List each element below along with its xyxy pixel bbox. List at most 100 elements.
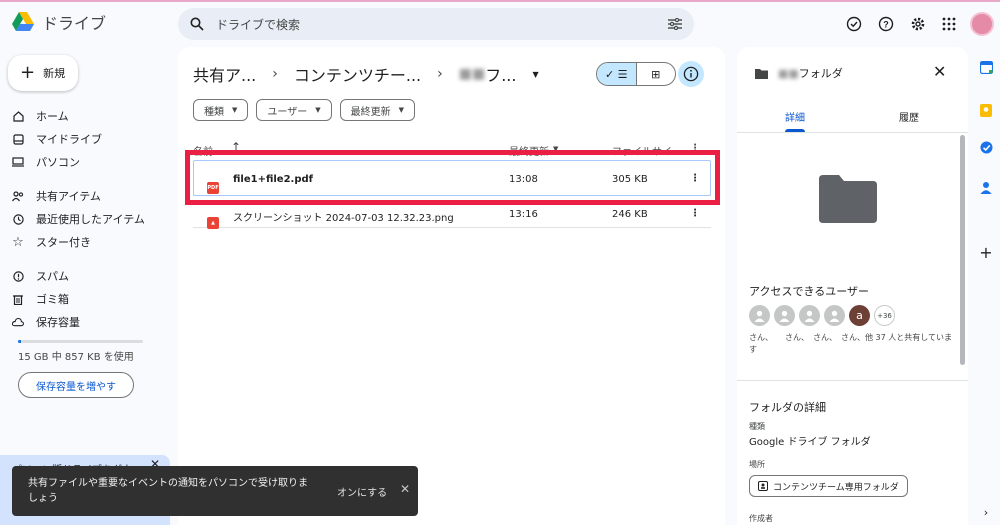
- chevron-right-icon[interactable]: ›: [979, 505, 993, 519]
- keep-icon[interactable]: [979, 103, 993, 117]
- highlight-annotation-box: [185, 150, 720, 205]
- top-accent-line: [0, 0, 1000, 2]
- tab-activity[interactable]: 履歴: [899, 109, 919, 124]
- owner-label: 作成者: [749, 514, 773, 523]
- breadcrumb-item-shared[interactable]: 共有ア...: [193, 62, 256, 86]
- apps-grid-icon[interactable]: [938, 13, 960, 35]
- offline-ready-icon[interactable]: [843, 13, 865, 35]
- computer-icon: [12, 156, 24, 168]
- info-icon: [683, 66, 699, 82]
- my-drive-icon: [12, 133, 24, 145]
- user-avatar-letter[interactable]: a: [849, 305, 870, 326]
- search-input[interactable]: ドライブで検索: [216, 16, 668, 33]
- dropdown-caret-icon[interactable]: ▼: [532, 70, 538, 79]
- file-name[interactable]: スクリーンショット 2024-07-03 12.32.23.png: [233, 209, 454, 224]
- image-file-icon: ▲: [207, 217, 219, 229]
- section-divider: [737, 380, 968, 381]
- dropdown-caret-icon: ▼: [315, 106, 321, 114]
- grid-icon: ⊞: [651, 67, 661, 81]
- sidebar-item-recent[interactable]: 最近使用したアイテム: [12, 209, 145, 229]
- file-list-panel: 共有ア... › コンテンツチー... › ■■ フ... ▼ ✓ ☰ ⊞ 種類…: [178, 47, 725, 525]
- breadcrumb-item-current[interactable]: フ...: [485, 62, 516, 86]
- filter-type-label: 種類: [204, 106, 224, 118]
- location-label: 場所: [749, 460, 765, 469]
- add-addon-icon[interactable]: +: [979, 243, 993, 262]
- filter-people-chip[interactable]: ユーザー ▼: [256, 99, 332, 121]
- user-avatar[interactable]: [749, 305, 770, 326]
- toast-close-icon[interactable]: ✕: [400, 482, 410, 496]
- tab-details[interactable]: 詳細: [785, 109, 805, 124]
- file-modified: 13:16: [509, 209, 538, 220]
- people-with-access[interactable]: a +36: [749, 305, 895, 326]
- chevron-right-icon: ›: [437, 66, 443, 82]
- tasks-icon[interactable]: [979, 140, 993, 154]
- shared-drive-icon: [758, 481, 768, 491]
- location-value: コンテンツチーム専用フォルダ: [773, 482, 899, 493]
- get-more-storage-button[interactable]: 保存容量を増やす: [18, 372, 134, 398]
- list-view-button[interactable]: ✓ ☰: [597, 63, 637, 85]
- breadcrumb: 共有ア... › コンテンツチー... › ■■ フ... ▼: [193, 62, 539, 86]
- drive-logo-icon: [12, 12, 34, 31]
- row-more-options-icon[interactable]: ⋮: [690, 208, 700, 219]
- user-avatar[interactable]: [774, 305, 795, 326]
- new-button[interactable]: + 新規: [8, 55, 78, 91]
- filter-modified-label: 最終更新: [350, 106, 391, 118]
- checkmark-icon: ✓: [604, 67, 615, 81]
- clock-icon: [12, 213, 24, 225]
- chevron-right-icon: ›: [272, 66, 278, 82]
- sidebar-item-label: パソコン: [36, 156, 80, 169]
- help-icon[interactable]: ?: [875, 13, 897, 35]
- close-details-icon[interactable]: ✕: [933, 62, 946, 81]
- folder-preview-icon: [819, 175, 877, 223]
- contacts-icon[interactable]: [979, 180, 993, 194]
- settings-gear-icon[interactable]: [907, 13, 929, 35]
- location-chip[interactable]: コンテンツチーム専用フォルダ: [749, 475, 908, 497]
- app-title: ドライブ: [42, 14, 107, 33]
- dropdown-caret-icon: ▼: [232, 106, 238, 114]
- sidebar-item-my-drive[interactable]: マイドライブ: [12, 129, 102, 149]
- details-title-redacted: ■■: [778, 67, 799, 80]
- grid-view-button[interactable]: ⊞: [637, 63, 676, 85]
- calendar-icon[interactable]: [979, 60, 993, 74]
- toast-turn-on-button[interactable]: オンにする: [337, 484, 387, 499]
- view-toggle[interactable]: ✓ ☰ ⊞: [596, 62, 676, 86]
- file-size: 246 KB: [612, 209, 648, 220]
- trash-icon: [12, 293, 24, 305]
- star-icon: ☆: [12, 234, 24, 250]
- breadcrumb-item-content-team[interactable]: コンテンツチー...: [294, 62, 421, 86]
- details-panel: ■■フォルダ ✕ 詳細 履歴 アクセスできるユーザー a +36 さん、 さん、…: [737, 47, 968, 525]
- tab-divider: [737, 132, 968, 133]
- access-heading: アクセスできるユーザー: [749, 285, 870, 298]
- user-avatar[interactable]: [799, 305, 820, 326]
- sidebar-item-trash[interactable]: ゴミ箱: [12, 289, 69, 309]
- filter-modified-chip[interactable]: 最終更新 ▼: [339, 99, 415, 121]
- sidebar-item-label: スパム: [36, 270, 69, 283]
- sidebar-item-label: 共有アイテム: [36, 190, 101, 203]
- sidebar-item-computers[interactable]: パソコン: [12, 152, 80, 172]
- sidebar-item-home[interactable]: ホーム: [12, 106, 69, 126]
- sidebar-item-label: スター付き: [36, 236, 91, 249]
- sidebar-item-storage[interactable]: 保存容量: [12, 312, 80, 332]
- account-avatar[interactable]: [970, 12, 994, 36]
- details-scrollbar[interactable]: [960, 135, 965, 365]
- breadcrumb-redacted-text: ■■: [458, 66, 486, 82]
- drive-logo[interactable]: ドライブ: [12, 10, 106, 34]
- shared-people-icon: [12, 190, 24, 202]
- new-button-label: 新規: [43, 67, 66, 80]
- home-icon: [12, 110, 24, 122]
- filter-chips: 種類 ▼ ユーザー ▼ 最終更新 ▼: [193, 99, 415, 121]
- toast-message: 共有ファイルや重要なイベントの通知をパソコンで受け取りましょう: [28, 478, 308, 504]
- sidebar-item-starred[interactable]: ☆ スター付き: [12, 232, 91, 252]
- user-avatar[interactable]: [824, 305, 845, 326]
- more-users-count[interactable]: +36: [874, 305, 895, 326]
- sidebar-item-spam[interactable]: スパム: [12, 266, 69, 286]
- details-info-button[interactable]: [678, 61, 704, 87]
- filter-type-chip[interactable]: 種類 ▼: [193, 99, 249, 121]
- sidebar-item-label: 最近使用したアイテム: [36, 213, 145, 226]
- search-options-icon[interactable]: [668, 18, 682, 30]
- notification-toast: 共有ファイルや重要なイベントの通知をパソコンで受け取りましょう オンにする ✕: [12, 466, 418, 516]
- search-icon[interactable]: [190, 17, 204, 31]
- storage-usage-fill: [18, 340, 21, 343]
- search-bar[interactable]: ドライブで検索: [178, 8, 694, 40]
- sidebar-item-shared[interactable]: 共有アイテム: [12, 186, 101, 206]
